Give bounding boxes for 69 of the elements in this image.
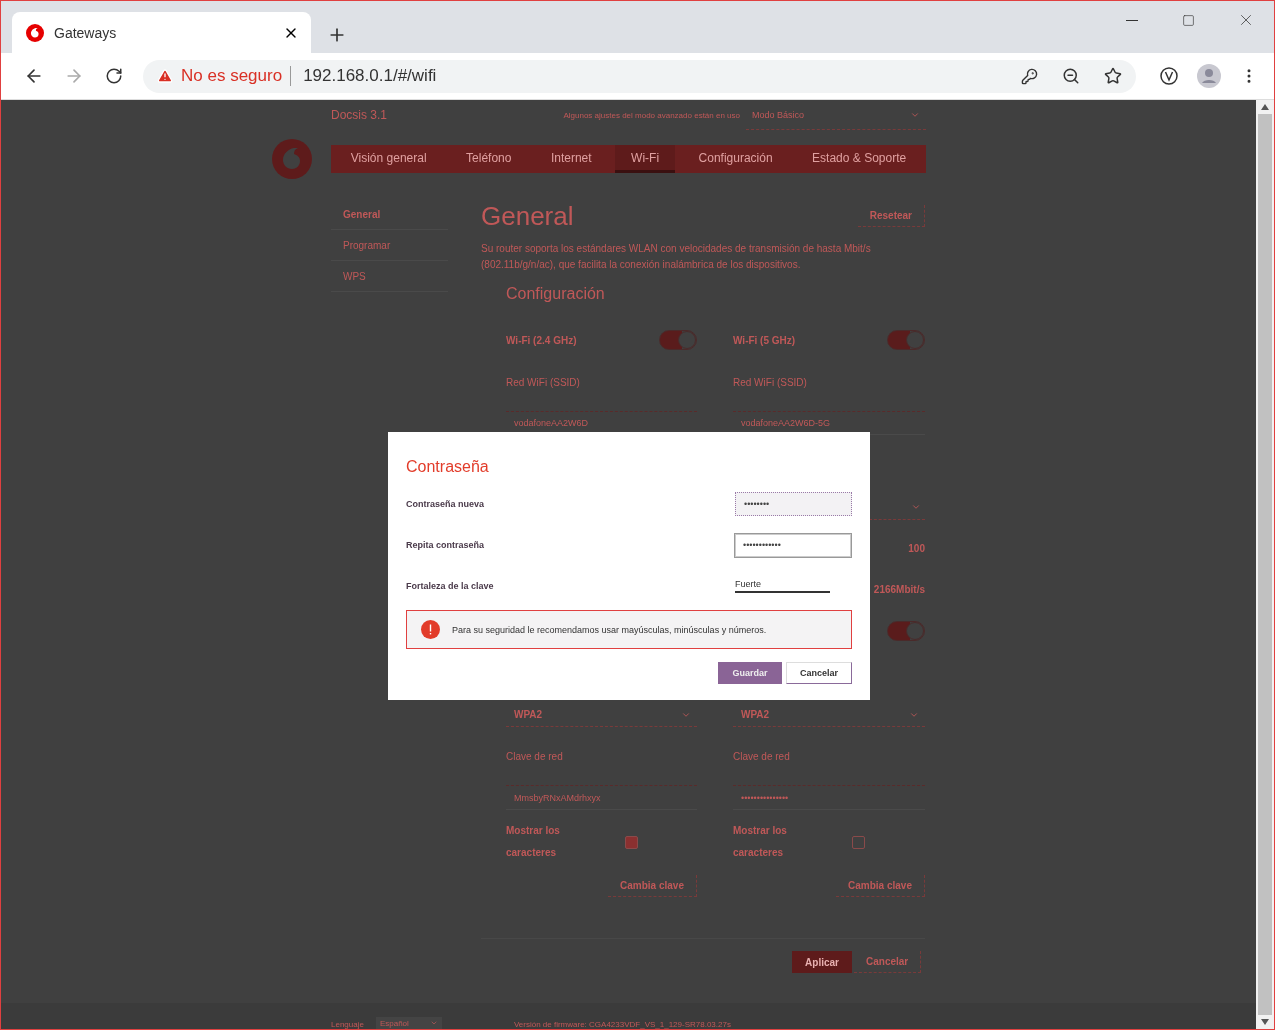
scrollbar-thumb[interactable] (1258, 114, 1272, 1015)
tab-title: Gateways (54, 24, 118, 41)
field-label: Clave de red (506, 750, 563, 762)
browser-tab[interactable]: Gateways (12, 12, 311, 53)
reload-icon (105, 67, 123, 85)
maximize-icon (1182, 13, 1195, 27)
security-select[interactable]: WPA2 (733, 703, 925, 727)
scroll-up-icon[interactable] (1261, 104, 1269, 110)
chevron-icon (911, 502, 921, 512)
chevron-icon (429, 1019, 438, 1027)
password-field[interactable]: •••••••• (735, 492, 852, 516)
checkbox-label: Mostrar los caracteres (733, 824, 788, 860)
band-label: Wi-Fi (5 GHz) (733, 334, 796, 346)
value-text: 2166Mbit/s (873, 584, 925, 595)
field-label: Fortaleza de la clave (406, 581, 494, 591)
vodafone-logo-icon (272, 139, 312, 179)
band-label: Wi-Fi (2.4 GHz) (506, 334, 577, 346)
dialog-title: Contraseña (406, 458, 490, 476)
strength-value: Fuerte (735, 579, 830, 593)
toggle-switch[interactable] (887, 330, 925, 350)
apply-button[interactable]: Aplicar (792, 951, 852, 973)
product-name: Docsis 3.1 (331, 108, 388, 122)
mode-select[interactable]: Modo Básico (746, 100, 926, 130)
nav-tab[interactable]: Teléfono (450, 145, 528, 173)
security-select[interactable]: WPA2 (506, 703, 697, 727)
section-title: Configuración (506, 285, 606, 304)
checkbox-label: Mostrar los caracteres (506, 824, 561, 860)
field-label: Repita contraseña (406, 540, 485, 550)
scroll-down-icon[interactable] (1261, 1019, 1269, 1025)
field-label: Contraseña nueva (406, 499, 485, 509)
reset-button[interactable]: Resetear (857, 205, 925, 227)
save-button[interactable]: Guardar (718, 662, 782, 684)
alert-icon (421, 620, 440, 639)
description-text: Su router soporta los estándares WLAN con velocidades de transmisión de hasta Mbit/s (802.11b/g/n/ac), que facilita la conexión inalámbrica de los dispositivos. (481, 242, 872, 272)
nav-tab[interactable]: Internet (534, 145, 608, 173)
mode-notice: Algunos ajustes del modo avanzado están en uso (563, 110, 740, 120)
field-label: Clave de red (733, 750, 790, 762)
nav-tab[interactable]: Estado & Soporte (796, 145, 923, 173)
nav-tab[interactable]: Wi-Fi (615, 145, 676, 173)
vodafone-logo-icon (26, 23, 44, 42)
key-field[interactable]: ••••••••••••••• (733, 785, 925, 810)
language-select[interactable]: Español (375, 1017, 442, 1029)
change-key-button[interactable]: Cambia clave (608, 875, 697, 897)
sidebar-item[interactable]: Programar (331, 230, 448, 261)
field-label: Red WiFi (SSID) (506, 376, 580, 388)
password-field[interactable]: •••••••••••• (734, 532, 852, 558)
cancel-button[interactable]: Cancelar (786, 662, 852, 684)
change-key-button[interactable]: Cambia clave (836, 875, 925, 897)
url-text: 192.168.0.1/#/wifi (290, 66, 1004, 86)
nav-tab[interactable]: Configuración (682, 145, 789, 173)
language-label: Lenguaje (331, 1020, 364, 1029)
value-text: 100 (908, 543, 925, 554)
security-warning: No es seguro (181, 66, 283, 86)
sidebar-item[interactable]: WPS (331, 261, 448, 292)
warning-text: Para su seguridad le recomendamos usar mayúsculas, minúsculas y números. (452, 624, 767, 635)
firmware-version: Versión de firmware: CGA4233VDF_VS_1_129-SR78.03.27s (513, 1020, 731, 1029)
address-bar[interactable]: No es seguro 192.168.0.1/#/wifi (143, 59, 1136, 93)
toggle-switch[interactable] (887, 620, 925, 641)
nav-tab[interactable]: Visión general (334, 145, 443, 173)
sidebar-item[interactable]: General (331, 199, 448, 230)
toggle-switch[interactable] (659, 330, 697, 350)
checkbox[interactable] (852, 835, 865, 849)
checkbox[interactable] (625, 835, 638, 849)
field-label: Red WiFi (SSID) (733, 376, 807, 388)
warning-icon (157, 68, 173, 84)
page-title: General (481, 200, 574, 232)
cancel-button[interactable]: Cancelar (854, 951, 921, 973)
key-field[interactable]: MmsbyRNxAMdrhxyx (506, 785, 697, 810)
minimize-icon (1125, 19, 1138, 21)
